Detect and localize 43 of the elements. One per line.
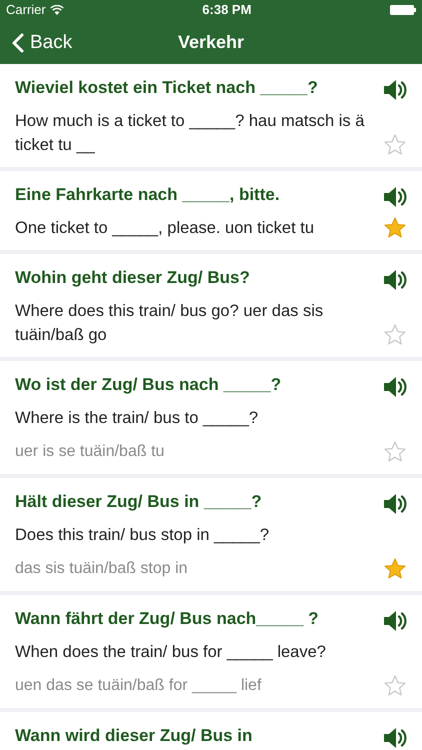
back-button[interactable]: Back (12, 29, 72, 58)
phrase-card[interactable]: Eine Fahrkarte nach _____, bitte. One ticket to _____, please. uon ticket tu (0, 171, 422, 250)
speaker-icon[interactable] (383, 727, 407, 749)
battery-icon (390, 5, 416, 15)
german-phrase: Wann fährt der Zug/ Bus nach_____ ? (15, 608, 320, 630)
screen-title: Verkehr (178, 30, 244, 54)
english-phrase: Does this train/ bus stop in _____? (15, 525, 270, 546)
german-phrase: Wann wird dieser Zug/ Bus in (15, 725, 254, 747)
german-phrase: Wo ist der Zug/ Bus nach _____? (15, 374, 282, 396)
english-phrase: How much is a ticket to _____? hau matsch is ä ticket tu __ (15, 111, 366, 156)
speaker-icon[interactable] (383, 376, 407, 398)
pronunciation-text: uen das se tuäin/baß for _____ lief (15, 676, 262, 696)
phrase-card[interactable]: Wann fährt der Zug/ Bus nach_____ ? When does the train/ bus for _____ leave? uen das se tuäin/baß for _____ lief (0, 595, 422, 708)
phrase-card[interactable]: Wohin geht dieser Zug/ Bus? Where does this train/ bus go? uer das sis tuäin/baß go (0, 254, 422, 357)
german-phrase: Wohin geht dieser Zug/ Bus? (15, 267, 251, 289)
pronunciation-text: das sis tuäin/baß stop in (15, 559, 189, 579)
chevron-left-icon (12, 33, 24, 54)
german-phrase: Wieviel kostet ein Ticket nach _____? (15, 77, 319, 99)
wifi-icon (50, 5, 64, 15)
speaker-icon[interactable] (383, 269, 407, 291)
phrase-card[interactable]: Wann wird dieser Zug/ Bus in (0, 712, 422, 750)
speaker-icon[interactable] (383, 79, 407, 101)
star-icon[interactable] (383, 674, 407, 698)
star-icon[interactable] (383, 440, 407, 464)
star-icon[interactable] (383, 323, 407, 347)
star-icon[interactable] (383, 216, 407, 240)
speaker-icon[interactable] (383, 186, 407, 208)
status-time: 6:38 PM (202, 1, 252, 20)
speaker-icon[interactable] (383, 493, 407, 515)
german-phrase: Hält dieser Zug/ Bus in _____? (15, 491, 263, 513)
carrier-label: Carrier (6, 1, 46, 20)
phrase-card[interactable]: Wieviel kostet ein Ticket nach _____? How much is a ticket to _____? hau matsch is ä ticket tu __ (0, 64, 422, 167)
star-icon[interactable] (383, 133, 407, 157)
pronunciation-text: uer is se tuäin/baß tu (15, 442, 166, 462)
phrase-card[interactable]: Hält dieser Zug/ Bus in _____? Does this train/ bus stop in _____? das sis tuäin/baß stop in (0, 478, 422, 591)
phrase-card[interactable]: Wo ist der Zug/ Bus nach _____? Where is the train/ bus to _____? uer is se tuäin/baß tu (0, 361, 422, 474)
german-phrase: Eine Fahrkarte nach _____, bitte. (15, 184, 281, 206)
english-phrase: One ticket to _____, please. uon ticket tu (15, 218, 316, 239)
english-phrase: Where does this train/ bus go? uer das sis tuäin/baß go (15, 301, 324, 346)
speaker-icon[interactable] (383, 610, 407, 632)
star-icon[interactable] (383, 557, 407, 581)
english-phrase: When does the train/ bus for _____ leave? (15, 642, 327, 663)
english-phrase: Where is the train/ bus to _____? (15, 408, 260, 429)
